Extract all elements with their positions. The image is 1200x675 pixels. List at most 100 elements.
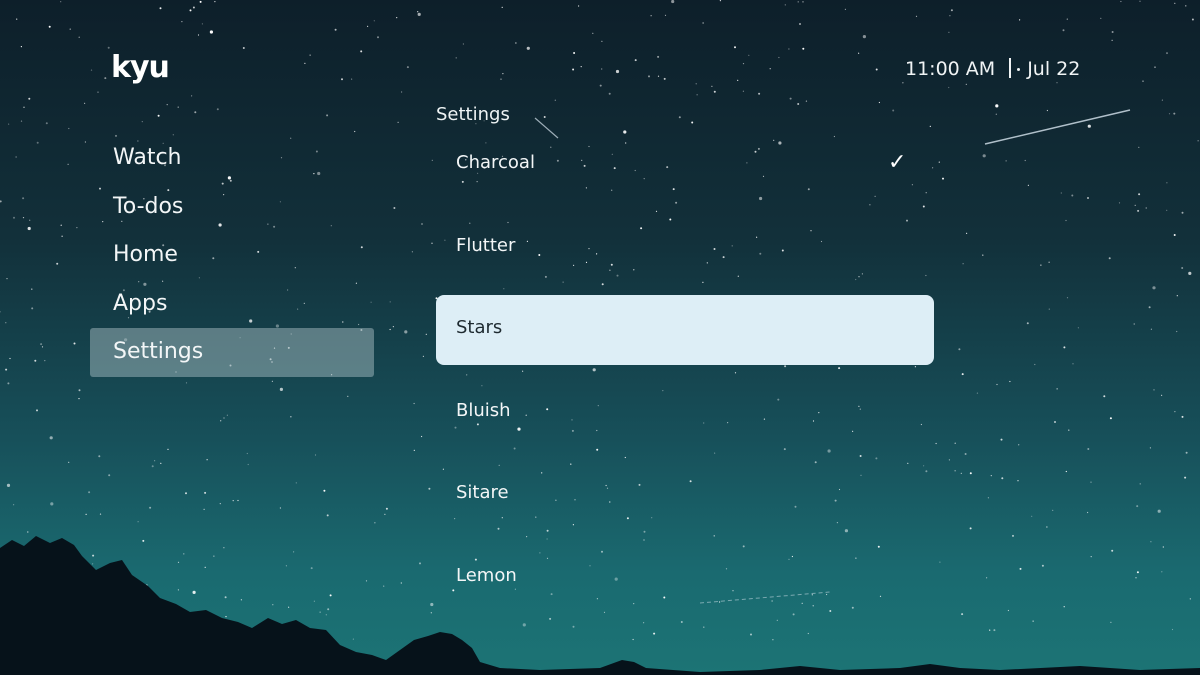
star	[224, 596, 227, 599]
star	[1111, 39, 1113, 41]
star	[1166, 182, 1168, 184]
star	[177, 561, 180, 563]
star	[664, 14, 667, 16]
option-stars[interactable]: Stars	[436, 295, 934, 366]
star	[68, 461, 70, 463]
star	[1110, 621, 1112, 624]
star	[159, 7, 162, 10]
star	[36, 141, 39, 144]
star	[678, 116, 681, 119]
star	[383, 585, 385, 587]
star	[192, 590, 196, 595]
star	[0, 311, 1, 313]
star	[938, 161, 940, 163]
star	[225, 616, 227, 618]
option-label: Stars	[456, 317, 503, 339]
star	[805, 100, 808, 102]
star	[799, 23, 801, 25]
star	[8, 123, 10, 125]
star	[1087, 197, 1089, 199]
star	[1150, 328, 1152, 330]
nav-item-watch[interactable]: Watch	[90, 134, 374, 183]
star	[526, 46, 530, 50]
star	[352, 638, 354, 640]
star	[543, 116, 546, 118]
star	[1181, 267, 1184, 269]
star	[154, 460, 156, 462]
option-label: Bluish	[456, 399, 511, 421]
star	[572, 625, 575, 628]
star	[995, 104, 999, 108]
star	[1139, 483, 1141, 485]
star	[858, 52, 860, 54]
star	[1174, 411, 1176, 413]
nav-item-to-dos[interactable]: To-dos	[90, 183, 374, 232]
star	[15, 156, 17, 158]
option-bluish[interactable]: Bluish	[436, 378, 934, 448]
status-clock: 11:00 AM Jul 22	[905, 58, 1080, 80]
star	[107, 46, 110, 49]
star	[572, 68, 575, 71]
star	[397, 121, 399, 123]
star	[29, 219, 31, 221]
star	[223, 547, 225, 549]
star	[204, 566, 206, 568]
star	[16, 18, 18, 20]
star	[56, 262, 59, 265]
star	[240, 599, 242, 601]
star	[430, 612, 432, 614]
star	[969, 472, 972, 475]
star	[949, 15, 951, 17]
star	[650, 15, 652, 17]
star	[935, 442, 937, 445]
star	[141, 121, 143, 123]
star	[1154, 66, 1156, 68]
star	[1019, 19, 1021, 21]
star	[1068, 429, 1070, 431]
star	[13, 216, 15, 219]
star	[400, 582, 402, 584]
star	[580, 66, 582, 68]
star	[1139, 0, 1141, 2]
star	[310, 567, 313, 570]
star	[1001, 477, 1004, 480]
star	[1048, 261, 1050, 263]
star	[389, 328, 391, 331]
star	[601, 40, 603, 43]
star	[421, 435, 423, 438]
star	[1056, 388, 1058, 390]
star	[878, 101, 881, 104]
nav-item-home[interactable]: Home	[90, 231, 374, 280]
star	[60, 1, 62, 3]
star	[1087, 124, 1091, 128]
option-flutter[interactable]: Flutter	[436, 213, 934, 283]
star	[160, 462, 162, 464]
star	[1166, 52, 1168, 55]
star	[327, 608, 330, 611]
star	[232, 500, 234, 502]
star	[807, 632, 809, 635]
option-lemon[interactable]: Lemon	[436, 543, 934, 613]
star	[189, 9, 192, 12]
star	[648, 75, 650, 78]
star	[31, 307, 34, 310]
star	[948, 459, 951, 461]
star	[1118, 202, 1121, 204]
star	[295, 482, 297, 484]
star	[309, 54, 311, 56]
star	[1185, 5, 1187, 7]
star	[995, 113, 997, 115]
nav-item-settings[interactable]: Settings	[90, 328, 374, 377]
star	[902, 82, 904, 84]
star	[671, 0, 675, 4]
nav-item-apps[interactable]: Apps	[90, 280, 374, 329]
star	[413, 449, 415, 451]
star	[996, 383, 998, 386]
star	[711, 85, 713, 87]
star	[961, 613, 964, 616]
option-charcoal[interactable]: Charcoal ✓	[436, 130, 934, 200]
star	[203, 508, 205, 510]
option-sitare[interactable]: Sitare	[436, 460, 934, 530]
star	[404, 330, 408, 334]
star	[1185, 451, 1188, 454]
